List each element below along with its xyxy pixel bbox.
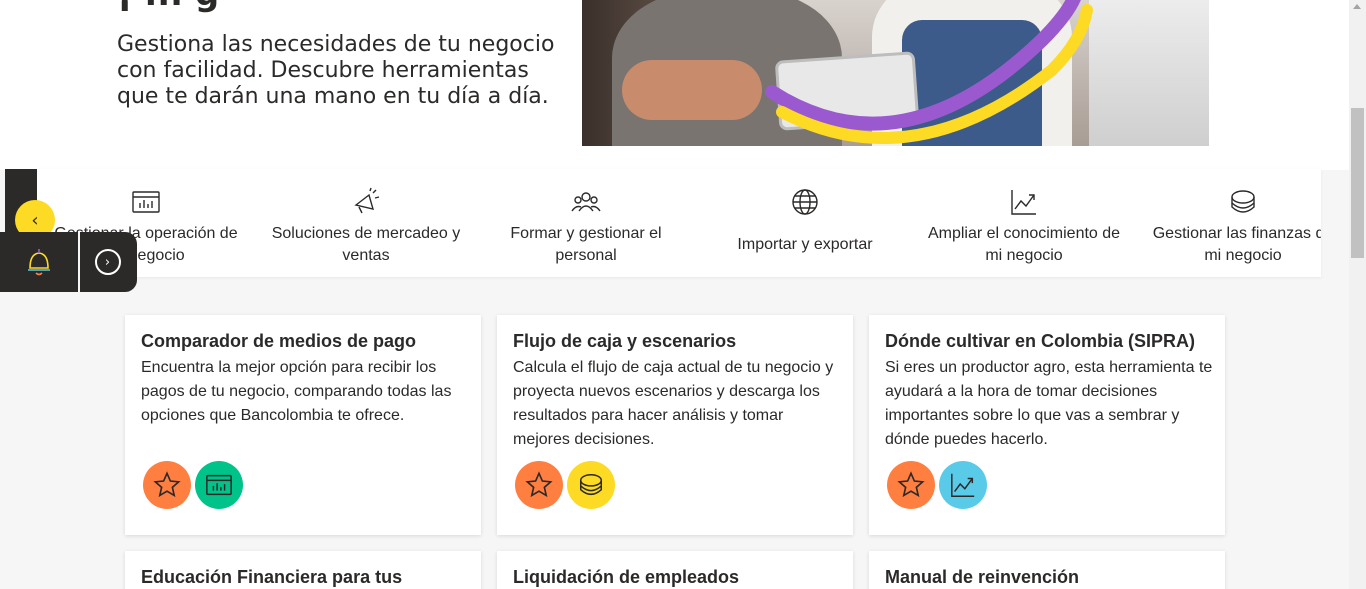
hero-title: ¡ ... g: [117, 0, 219, 14]
category-label: Formar y gestionar el: [510, 225, 662, 242]
coins-icon: [567, 461, 615, 509]
hero-description: Gestiona las necesidades de tu negocio c…: [117, 32, 555, 109]
star-icon: [143, 461, 191, 509]
people-icon: [571, 192, 601, 212]
scroll-up-arrow[interactable]: [1353, 4, 1361, 9]
category-mercadeo-ventas[interactable]: Soluciones de mercadeo y ventas: [256, 169, 476, 277]
dashboard-icon: [132, 191, 160, 213]
growth-chart-icon: [1011, 190, 1036, 215]
scroll-thumb[interactable]: [1351, 108, 1364, 258]
category-finanzas[interactable]: Gestionar las finanzas de mi negocio: [1133, 169, 1321, 277]
tool-card-sipra[interactable]: Dónde cultivar en Colombia (SIPRA) Si er…: [869, 315, 1225, 535]
coins-icon: [1231, 190, 1255, 213]
category-conocimiento[interactable]: Ampliar el conocimiento de mi negocio: [914, 169, 1134, 277]
tool-card-comparador[interactable]: Comparador de medios de pago Encuentra l…: [125, 315, 481, 535]
category-label: mi negocio: [985, 247, 1063, 264]
megaphone-icon: [354, 187, 380, 214]
category-label: personal: [555, 247, 617, 264]
chevron-right-icon: ›: [94, 249, 121, 275]
card-title: Flujo de caja y escenarios: [513, 331, 737, 351]
notification-widget: ›: [0, 232, 137, 292]
category-label: Gestionar las finanzas de: [1152, 225, 1321, 242]
growth-chart-icon: [939, 461, 987, 509]
tool-card-educacion[interactable]: Educación Financiera para tus: [125, 551, 481, 589]
card-description: Si eres un productor agro, esta herramie…: [885, 359, 1213, 448]
card-title: Comparador de medios de pago: [141, 331, 417, 351]
tool-card-flujo-caja[interactable]: Flujo de caja y escenarios Calcula el fl…: [497, 315, 853, 535]
category-label: mi negocio: [1204, 247, 1282, 264]
star-icon: [887, 461, 935, 509]
widget-next-button[interactable]: ›: [80, 232, 135, 292]
card-title: Dónde cultivar en Colombia (SIPRA): [885, 331, 1196, 351]
dashboard-icon: [195, 461, 243, 509]
tool-card-manual[interactable]: Manual de reinvención: [869, 551, 1225, 589]
notification-button[interactable]: [0, 232, 80, 292]
page-scrollbar[interactable]: [1349, 0, 1366, 589]
category-label: Soluciones de mercadeo y: [271, 225, 461, 242]
category-personal[interactable]: Formar y gestionar el personal: [476, 169, 696, 277]
hero-section: ¡ ... g Gestiona las necesidades de tu n…: [0, 0, 1349, 170]
globe-icon: [792, 189, 818, 215]
card-title: Liquidación de empleados: [513, 567, 740, 587]
tool-card-liquidacion[interactable]: Liquidación de empleados: [497, 551, 853, 589]
bell-icon: [28, 249, 50, 276]
category-label: Importar y exportar: [737, 236, 873, 253]
chevron-left-icon: ‹: [31, 209, 39, 231]
card-description: Encuentra la mejor opción para recibir l…: [141, 359, 452, 424]
hero-image: [582, 0, 1209, 146]
category-label: ventas: [342, 247, 390, 264]
card-title: Manual de reinvención: [885, 567, 1080, 587]
card-title: Educación Financiera para tus: [141, 567, 403, 587]
card-description: Calcula el flujo de caja actual de tu ne…: [513, 359, 834, 448]
star-icon: [515, 461, 563, 509]
category-importar-exportar[interactable]: Importar y exportar: [695, 169, 915, 277]
category-carousel: Gestionar la operación de mi negocio Sol…: [37, 169, 1321, 277]
category-label: Ampliar el conocimiento de: [927, 225, 1121, 242]
